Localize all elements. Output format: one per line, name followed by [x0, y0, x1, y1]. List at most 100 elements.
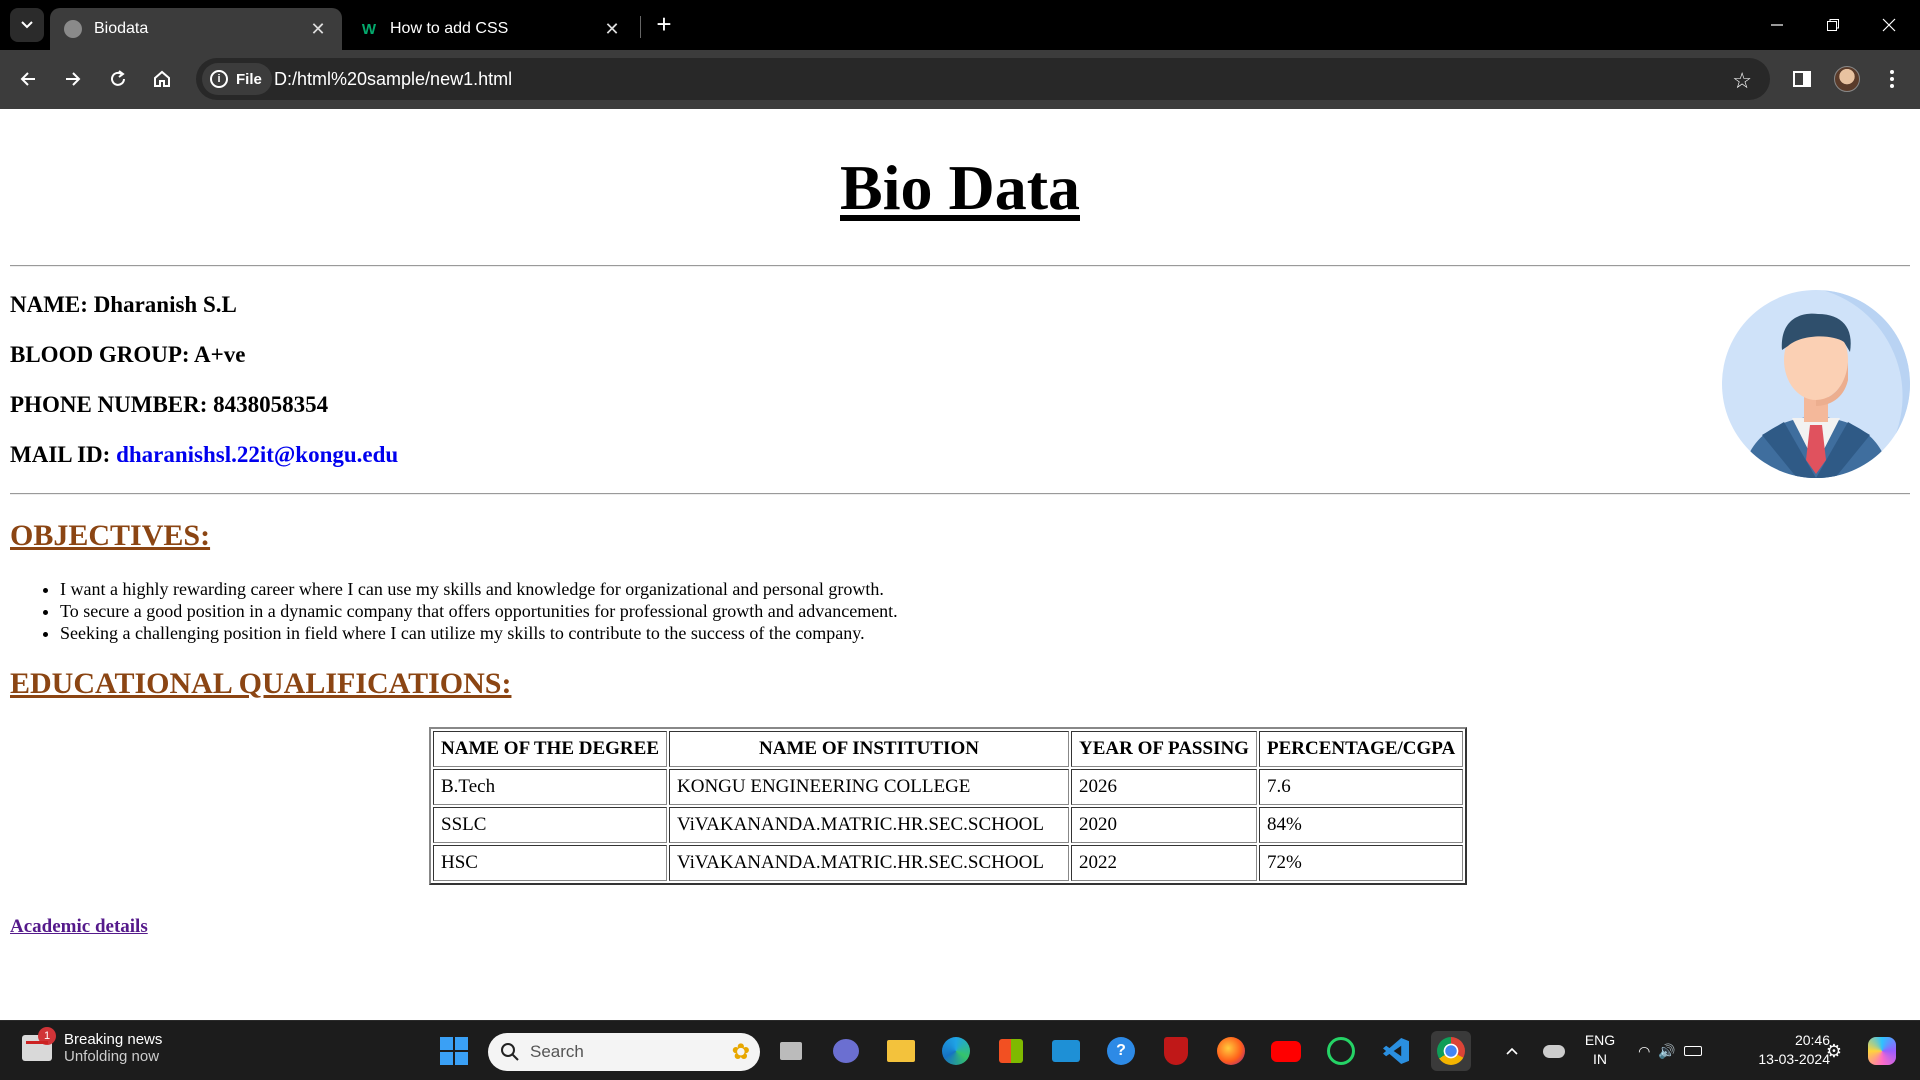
windows-taskbar: 1 Breaking news Unfolding now Search ✿ ?…	[0, 1020, 1920, 1080]
objectives-heading: OBJECTIVES:	[10, 519, 211, 552]
close-icon[interactable]: ✕	[602, 19, 622, 39]
mcafee-app[interactable]	[1156, 1031, 1196, 1071]
copilot-button[interactable]	[1862, 1031, 1902, 1071]
address-bar[interactable]: i File D:/html%20sample/new1.html ☆	[196, 58, 1770, 100]
start-button[interactable]	[434, 1031, 474, 1071]
edge-app[interactable]	[936, 1031, 976, 1071]
notification-badge: 1	[38, 1027, 56, 1045]
youtube-app[interactable]	[1266, 1031, 1306, 1071]
firefox-app[interactable]	[1211, 1031, 1251, 1071]
table-cell: 72%	[1258, 845, 1464, 881]
whatsapp-icon	[1327, 1037, 1355, 1065]
restore-button[interactable]	[1810, 8, 1856, 42]
volume-icon: 🔊	[1658, 1042, 1676, 1059]
table-header: NAME OF THE DEGREE	[433, 731, 667, 767]
side-panel-icon	[1793, 71, 1811, 87]
cloud-icon	[1543, 1044, 1565, 1058]
profile-button[interactable]	[1831, 63, 1863, 95]
menu-button[interactable]	[1876, 63, 1908, 95]
globe-icon	[64, 20, 82, 38]
task-view-button[interactable]	[771, 1031, 811, 1071]
teams-app[interactable]	[826, 1031, 866, 1071]
language-code: ENG	[1584, 1032, 1616, 1048]
mail-link[interactable]: dharanishsl.22it@kongu.edu	[116, 442, 398, 467]
news-icon: 1	[22, 1027, 56, 1061]
vscode-app[interactable]	[1376, 1031, 1416, 1071]
w3schools-icon: W	[361, 20, 377, 38]
close-window-button[interactable]	[1866, 8, 1912, 42]
name-line: NAME: Dharanish S.L	[10, 292, 237, 318]
bookmark-star-icon[interactable]: ☆	[1732, 68, 1752, 94]
table-header: PERCENTAGE/CGPA	[1258, 731, 1464, 767]
windows-logo-icon	[440, 1037, 468, 1065]
onedrive-button[interactable]	[1534, 1031, 1574, 1071]
table-cell: 2026	[1071, 769, 1257, 805]
region-code: IN	[1593, 1051, 1607, 1067]
chrome-app[interactable]	[1431, 1031, 1471, 1071]
tab-how-to-add-css[interactable]: W How to add CSS ✕	[346, 8, 636, 50]
table-cell: 2020	[1071, 807, 1257, 843]
phone-label: PHONE NUMBER:	[10, 392, 208, 417]
help-app[interactable]: ?	[1101, 1031, 1141, 1071]
table-header: YEAR OF PASSING	[1071, 731, 1257, 767]
notifications-button[interactable]: ⚙	[1816, 1031, 1852, 1071]
table-row: B.Tech KONGU ENGINEERING COLLEGE 2026 7.…	[433, 769, 1464, 805]
table-header: NAME OF INSTITUTION	[669, 731, 1069, 767]
profile-avatar-image	[1722, 290, 1910, 478]
table-cell: B.Tech	[433, 769, 667, 805]
web-page: Bio Data NAME: Dharanish S.L BLOOD GROUP…	[0, 109, 1920, 1020]
list-item: Seeking a challenging position in field …	[60, 622, 898, 644]
reload-icon	[111, 70, 125, 86]
table-cell: ViVAKANANDA.MATRIC.HR.SEC.SCHOOL	[669, 845, 1069, 881]
url-text[interactable]: D:/html%20sample/new1.html	[274, 69, 512, 90]
home-button[interactable]	[144, 61, 180, 97]
firefox-icon	[1217, 1037, 1245, 1065]
gear-bell-icon: ⚙	[1825, 1040, 1843, 1061]
academic-details-link[interactable]: Academic details	[10, 916, 148, 938]
tab-search-button[interactable]	[10, 8, 44, 42]
close-icon	[1882, 18, 1896, 32]
news-widget[interactable]: 1 Breaking news Unfolding now	[22, 1027, 162, 1065]
myhp-icon	[1052, 1040, 1080, 1062]
close-icon[interactable]: ✕	[308, 19, 328, 39]
arrow-right-icon	[66, 72, 81, 86]
forward-button[interactable]	[55, 61, 91, 97]
chevron-up-icon	[1506, 1047, 1518, 1055]
taskbar-search[interactable]: Search ✿	[488, 1033, 760, 1071]
tab-title: How to add CSS	[390, 20, 509, 37]
table-cell: HSC	[433, 845, 667, 881]
mcafee-shield-icon	[1164, 1037, 1188, 1065]
list-item: I want a highly rewarding career where I…	[60, 578, 898, 600]
more-vertical-icon	[1890, 70, 1894, 88]
help-icon: ?	[1107, 1037, 1135, 1065]
restore-icon	[1827, 19, 1839, 31]
table-cell: SSLC	[433, 807, 667, 843]
language-indicator[interactable]: ENG IN	[1580, 1031, 1620, 1069]
table-header-row: NAME OF THE DEGREE NAME OF INSTITUTION Y…	[433, 731, 1464, 767]
new-tab-button[interactable]: +	[650, 11, 678, 39]
chip-label: File	[236, 70, 262, 88]
table-cell: 7.6	[1258, 769, 1464, 805]
quick-settings-button[interactable]: ◠ 🔊	[1630, 1031, 1710, 1071]
table-row: HSC ViVAKANANDA.MATRIC.HR.SEC.SCHOOL 202…	[433, 845, 1464, 881]
store-app[interactable]	[991, 1031, 1031, 1071]
task-view-icon	[780, 1042, 802, 1060]
name-value: Dharanish S.L	[93, 292, 237, 317]
back-button[interactable]	[10, 61, 46, 97]
side-panel-button[interactable]	[1786, 63, 1818, 95]
show-hidden-icons-button[interactable]	[1492, 1031, 1532, 1071]
list-item: To secure a good position in a dynamic c…	[60, 600, 898, 622]
page-title: Bio Data	[840, 152, 1080, 223]
whatsapp-app[interactable]	[1321, 1031, 1361, 1071]
search-icon	[501, 1043, 519, 1061]
tab-biodata[interactable]: Biodata ✕	[50, 8, 342, 50]
minimize-icon	[1771, 24, 1783, 26]
myhp-app[interactable]	[1046, 1031, 1086, 1071]
avatar	[1834, 66, 1860, 92]
reload-button[interactable]	[100, 61, 136, 97]
minimize-button[interactable]	[1754, 8, 1800, 42]
flowers-icon: ✿	[731, 1039, 750, 1064]
home-icon	[154, 70, 170, 87]
site-info-chip[interactable]: i File	[202, 63, 272, 95]
file-explorer-app[interactable]	[881, 1031, 921, 1071]
